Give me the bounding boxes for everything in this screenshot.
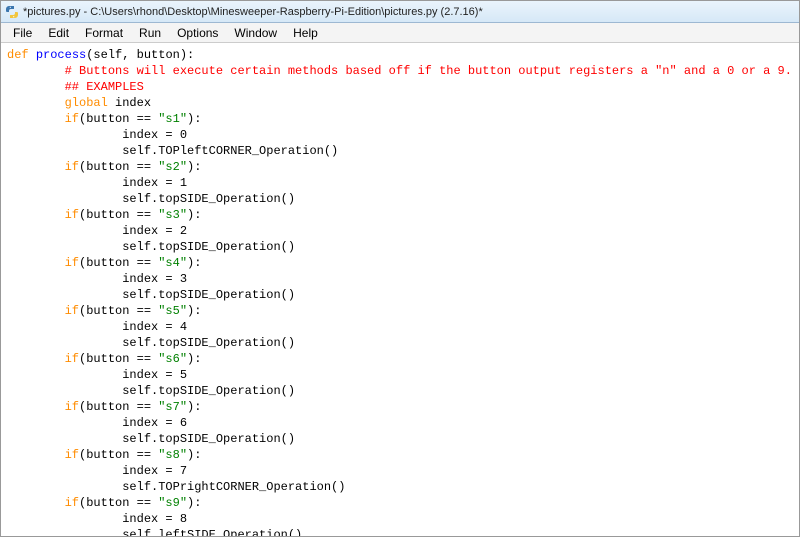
menu-edit[interactable]: Edit (40, 24, 77, 42)
code-editor[interactable]: def process(self, button): # Buttons wil… (1, 43, 799, 536)
menu-options[interactable]: Options (169, 24, 226, 42)
menu-file[interactable]: File (5, 24, 40, 42)
python-icon (5, 5, 19, 19)
menu-help[interactable]: Help (285, 24, 326, 42)
window-title: *pictures.py - C:\Users\rhond\Desktop\Mi… (23, 6, 483, 18)
menu-window[interactable]: Window (226, 24, 285, 42)
menubar: File Edit Format Run Options Window Help (1, 23, 799, 43)
menu-format[interactable]: Format (77, 24, 131, 42)
titlebar: *pictures.py - C:\Users\rhond\Desktop\Mi… (1, 1, 799, 23)
menu-run[interactable]: Run (131, 24, 169, 42)
